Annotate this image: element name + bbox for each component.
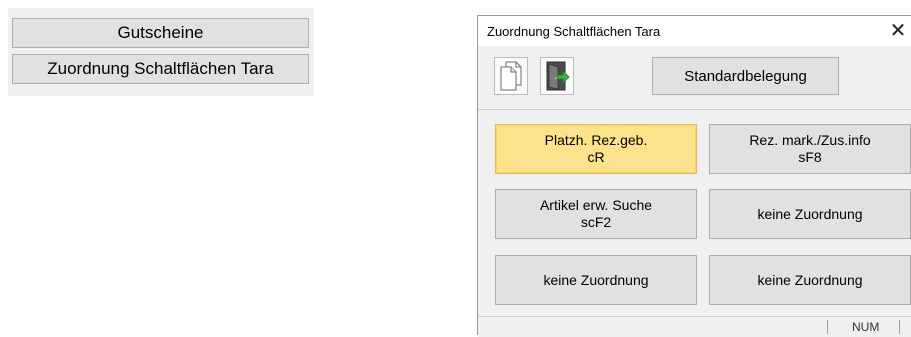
- gutscheine-button[interactable]: Gutscheine: [12, 18, 309, 48]
- copy-button[interactable]: [494, 57, 528, 95]
- dialog-titlebar: Zuordnung Schaltflächen Tara ✕: [478, 16, 911, 46]
- assign-slot-2-button[interactable]: Rez. mark./Zus.info sF8: [709, 124, 911, 174]
- toolbar-divider: [478, 109, 911, 110]
- slot-label: Platzh. Rez.geb.: [544, 132, 648, 148]
- exit-button[interactable]: [540, 57, 574, 95]
- tara-assignment-button[interactable]: Zuordnung Schaltflächen Tara: [12, 54, 309, 84]
- status-separator: [899, 320, 900, 334]
- tara-assignment-dialog: Zuordnung Schaltflächen Tara ✕ Standardb…: [477, 15, 911, 337]
- slot-shortcut: cR: [587, 149, 605, 165]
- slot-shortcut: scF2: [580, 214, 612, 230]
- slot-label: keine Zuordnung: [757, 205, 863, 222]
- num-lock-indicator: NUM: [852, 320, 880, 334]
- dialog-title: Zuordnung Schaltflächen Tara: [487, 24, 661, 39]
- assign-slot-1-button[interactable]: Platzh. Rez.geb. cR: [495, 124, 697, 174]
- status-bar: NUM: [478, 316, 911, 337]
- left-panel: Gutscheine Zuordnung Schaltflächen Tara: [8, 8, 314, 96]
- assign-slot-3-button[interactable]: Artikel erw. Suche scF2: [495, 189, 697, 239]
- assign-slot-4-button[interactable]: keine Zuordnung: [709, 189, 911, 239]
- slot-label: keine Zuordnung: [543, 271, 649, 288]
- slot-label: Rez. mark./Zus.info: [749, 132, 871, 148]
- default-assignment-button[interactable]: Standardbelegung: [652, 57, 839, 95]
- assign-slot-6-button[interactable]: keine Zuordnung: [709, 255, 911, 305]
- slot-shortcut: sF8: [798, 149, 822, 165]
- close-icon[interactable]: ✕: [886, 19, 910, 43]
- slot-label: keine Zuordnung: [757, 271, 863, 288]
- assign-slot-5-button[interactable]: keine Zuordnung: [495, 255, 697, 305]
- exit-door-icon: [546, 61, 570, 91]
- slot-label: Artikel erw. Suche: [539, 197, 653, 213]
- copy-document-icon: [500, 61, 522, 91]
- status-separator: [827, 320, 828, 334]
- dialog-toolbar: Standardbelegung: [478, 46, 911, 103]
